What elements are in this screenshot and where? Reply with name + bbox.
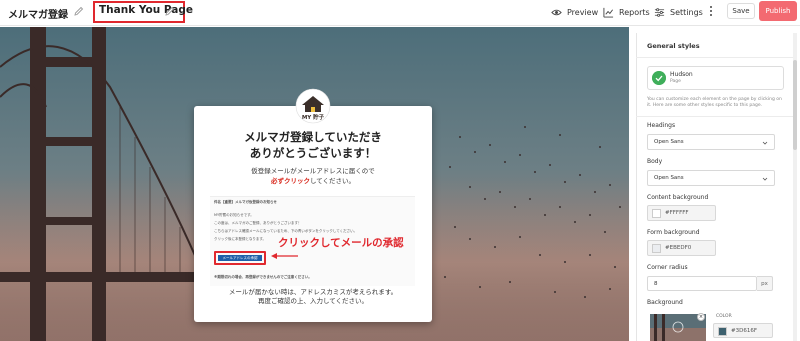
headings-font-select[interactable]: Open Sans — [647, 134, 775, 150]
body-label: Body — [647, 158, 663, 165]
chevron-down-icon — [762, 177, 768, 181]
content-background-label: Content background — [647, 194, 709, 201]
panel-divider — [636, 116, 793, 117]
publish-button[interactable]: Publish — [759, 1, 797, 21]
body-font-value: Open Sans — [654, 175, 684, 181]
more-options-icon[interactable] — [706, 3, 716, 19]
email-line: こちらはアドレス確認メールになっているため、下の青いボタンをクリックしてください… — [214, 229, 358, 233]
headings-font-value: Open Sans — [654, 139, 684, 145]
panel-divider — [636, 57, 793, 58]
panel-scrollbar-thumb[interactable] — [793, 60, 797, 150]
panel-heading: General styles — [647, 42, 700, 50]
top-bar: メルマガ登録 Thank You Page Preview Reports Se… — [0, 0, 800, 26]
click-annotation: クリックしてメールの承認 — [278, 237, 404, 249]
corner-radius-value: 8 — [654, 280, 658, 287]
check-icon — [652, 71, 666, 85]
headings-label: Headings — [647, 122, 676, 129]
panel-help-text: You can customize each element on the pa… — [647, 97, 782, 108]
footer-line-1: メールが届かない時は、アドレスカミスが考えられます。 — [228, 288, 398, 296]
background-color-value: #3D616F — [731, 328, 758, 334]
eye-icon — [551, 9, 562, 15]
instruction-rest: してください。 — [309, 177, 356, 185]
email-confirm-button-highlight: メールアドレスの承認 — [214, 251, 266, 265]
footer-note: メールが届かない時は、アドレスカミスが考えられます。 再度ご確認の上、入力してく… — [194, 288, 432, 306]
red-arrow-icon — [271, 253, 298, 259]
form-background-value: #EBEDF0 — [665, 245, 692, 251]
email-line: クリック後に本登録となります。 — [214, 237, 267, 241]
color-swatch — [652, 209, 661, 218]
sliders-icon — [654, 7, 665, 17]
form-background-picker[interactable]: #EBEDF0 — [647, 240, 716, 256]
edit-pencil-icon[interactable] — [73, 5, 85, 17]
instruction-emphasis: 必ずクリック — [270, 177, 310, 185]
settings-label: Settings — [670, 7, 703, 17]
settings-button[interactable]: Settings — [654, 4, 703, 20]
instruction-line-1: 仮登録メールがメールアドレスに届くので — [251, 167, 375, 175]
form-background-label: Form background — [647, 229, 700, 236]
email-line: MY貯蓄のお知らせです。 — [214, 213, 254, 217]
footer-line-2: 再度ご確認の上、入力してください。 — [257, 297, 369, 305]
corner-radius-unit: px — [757, 276, 773, 291]
body-font-select[interactable]: Open Sans — [647, 170, 775, 186]
chart-icon — [603, 7, 614, 18]
email-line: この度は、メルマガのご登録、ありがとうございます！ — [214, 221, 302, 225]
preview-label: Preview — [567, 7, 599, 17]
color-swatch — [652, 244, 661, 253]
page-title[interactable]: Thank You Page — [99, 4, 193, 16]
chevron-down-icon — [762, 141, 768, 145]
corner-radius-label: Corner radius — [647, 264, 688, 271]
email-confirm-button: メールアドレスの承認 — [218, 255, 262, 261]
site-title: メルマガ登録 — [8, 10, 68, 21]
headline-line-2: ありがとうございます！ — [249, 146, 377, 160]
save-button[interactable]: Save — [727, 3, 755, 19]
brand-logo: MY 貯子 — [295, 88, 331, 124]
theme-selector[interactable] — [647, 66, 784, 90]
remove-background-icon[interactable]: × — [697, 313, 705, 321]
reports-button[interactable]: Reports — [603, 4, 650, 20]
email-subject: 件名【重要】メルマガ仮登録のお知らせ — [214, 200, 277, 204]
headline-line-1: メルマガ登録していただき — [244, 130, 382, 144]
color-swatch — [718, 327, 727, 336]
theme-name: Hudson — [670, 71, 693, 78]
theme-type: Page — [670, 79, 681, 84]
background-color-label: COLOR — [716, 314, 732, 319]
instruction-text: 仮登録メールがメールアドレスに届くので 必ずクリックしてください。 — [194, 166, 432, 186]
thank-you-headline: メルマガ登録していただき ありがとうございます！ — [194, 129, 432, 161]
corner-radius-input[interactable]: 8 — [647, 276, 757, 291]
preview-button[interactable]: Preview — [551, 4, 598, 20]
background-label: Background — [647, 299, 683, 306]
email-note: ※期限切れの場合、再登録ができませんのでご注意ください。 — [214, 275, 312, 279]
content-background-picker[interactable]: #FFFFFF — [647, 205, 716, 221]
reports-label: Reports — [619, 7, 650, 17]
background-color-picker[interactable]: #3D616F — [713, 323, 773, 338]
logo-text: MY 貯子 — [302, 113, 325, 121]
content-background-value: #FFFFFF — [665, 210, 689, 216]
edit-pencil-icon[interactable] — [164, 5, 176, 17]
